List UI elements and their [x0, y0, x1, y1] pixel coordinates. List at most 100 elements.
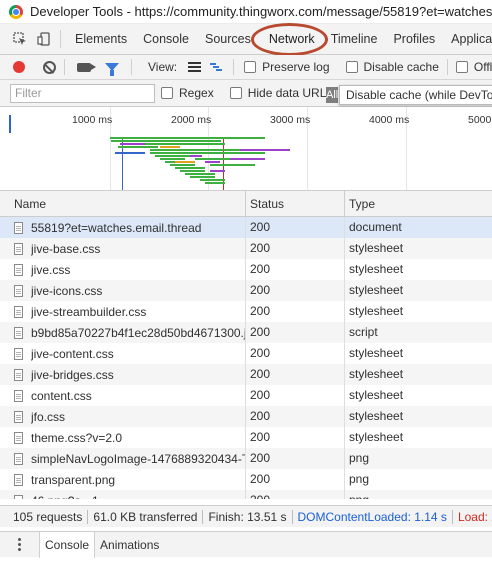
request-type: script [349, 325, 378, 339]
table-row[interactable]: jive-content.css 200 stylesheet [0, 343, 492, 364]
window-title: Developer Tools - https://community.thin… [30, 4, 492, 19]
disable-cache-tooltip: Disable cache (while DevTools is open) [339, 85, 492, 105]
disable-cache-toggle[interactable]: Disable cache [345, 60, 439, 74]
request-name-cell[interactable]: jive-streambuilder.css [0, 301, 246, 322]
request-name-cell[interactable]: jive-content.css [0, 343, 246, 364]
tab-application[interactable]: Application [443, 24, 492, 55]
tab-console[interactable]: Console [135, 24, 197, 55]
request-name-cell[interactable]: jfo.css [0, 406, 246, 427]
table-row[interactable]: jive-streambuilder.css 200 stylesheet [0, 301, 492, 322]
regex-toggle[interactable]: Regex [161, 86, 214, 100]
file-icon [14, 389, 23, 402]
table-row[interactable]: content.css 200 stylesheet [0, 385, 492, 406]
table-row[interactable]: 46.png?a=-1 200png [0, 490, 492, 499]
request-name-cell[interactable]: theme.css?v=2.0 [0, 427, 246, 448]
table-row[interactable]: theme.css?v=2.0 200 stylesheet [0, 427, 492, 448]
filter-type-all[interactable]: All [326, 87, 338, 103]
request-name-cell[interactable]: jive-icons.css [0, 280, 246, 301]
request-name-cell[interactable]: simpleNavLogoImage-1476889320434-Th... [0, 448, 246, 469]
request-type: stylesheet [349, 388, 404, 402]
record-icon[interactable] [13, 61, 25, 73]
device-mode-icon[interactable] [34, 29, 54, 49]
overview-tick-label: 4000 ms [369, 114, 410, 126]
toolbar-divider [131, 59, 132, 75]
request-status: 200 [246, 322, 345, 343]
column-header-name[interactable]: Name [0, 191, 246, 217]
request-name-cell[interactable]: content.css [0, 385, 246, 406]
request-name: jive.css [31, 262, 71, 277]
table-row[interactable]: jfo.css 200 stylesheet [0, 406, 492, 427]
table-row[interactable]: jive-bridges.css 200 stylesheet [0, 364, 492, 385]
request-type: document [349, 220, 402, 234]
dom-content-loaded-time: DOMContentLoaded: 1.14 s [297, 509, 447, 524]
drawer-tab-animations[interactable]: Animations [95, 532, 164, 558]
request-status: 200 [246, 490, 345, 499]
overview-request-bar [205, 161, 220, 163]
file-icon [14, 326, 23, 339]
tab-sources[interactable]: Sources [197, 24, 259, 55]
file-icon [14, 263, 23, 276]
request-name: simpleNavLogoImage-1476889320434-Th... [31, 451, 245, 466]
overview-request-bar [180, 170, 205, 172]
request-name-cell[interactable]: b9bd85a70227b4f1ec28d50bd4671300.js [0, 322, 246, 343]
inspect-element-icon[interactable] [10, 29, 30, 49]
window-titlebar: Developer Tools - https://community.thin… [0, 0, 492, 24]
request-name-cell[interactable]: jive.css [0, 259, 246, 280]
filter-funnel-icon[interactable] [105, 63, 119, 76]
overview-request-bar [118, 146, 158, 148]
column-header-status[interactable]: Status [246, 191, 345, 217]
request-type: stylesheet [349, 241, 404, 255]
tab-elements[interactable]: Elements [67, 24, 135, 55]
preserve-log-toggle[interactable]: Preserve log [244, 60, 330, 74]
hide-data-urls-checkbox[interactable] [229, 87, 242, 99]
overview-tick-label: 3000 ms [270, 114, 311, 126]
request-name-cell[interactable]: jive-base.css [0, 238, 246, 259]
table-row[interactable]: 55819?et=watches.email.thread 200 document [0, 217, 492, 238]
request-name-cell[interactable]: transparent.png [0, 469, 246, 490]
disable-cache-checkbox[interactable] [345, 61, 358, 73]
table-row[interactable]: jive.css 200 stylesheet [0, 259, 492, 280]
table-row[interactable]: b9bd85a70227b4f1ec28d50bd4671300.js 200 sc… [0, 322, 492, 343]
network-overview-timeline[interactable]: 1000 ms 2000 ms 3000 ms 4000 ms 5000 ms [0, 107, 492, 191]
drawer-menu-icon[interactable] [0, 531, 40, 558]
table-row[interactable]: jive-icons.css 200 stylesheet [0, 280, 492, 301]
preserve-log-checkbox[interactable] [244, 61, 257, 73]
request-type: png [349, 472, 370, 486]
column-header-type[interactable]: Type [345, 191, 492, 217]
transferred-size: 61.0 KB transferred [93, 509, 198, 524]
chrome-logo-icon [9, 4, 23, 19]
clear-icon[interactable] [43, 60, 56, 74]
request-name-cell[interactable]: jive-bridges.css [0, 364, 246, 385]
request-status: 200 [246, 217, 345, 238]
request-name: 46.png?a=-1 [31, 494, 99, 500]
overview-waterfall-icon[interactable] [210, 62, 223, 72]
table-row[interactable]: simpleNavLogoImage-1476889320434-Th... 20… [0, 448, 492, 469]
hide-data-urls-toggle[interactable]: Hide data URLs [229, 86, 332, 100]
summary-divider [202, 509, 204, 524]
drawer-tab-console[interactable]: Console [40, 531, 96, 558]
overview-request-bar [225, 152, 265, 154]
regex-checkbox[interactable] [161, 87, 173, 99]
request-name: theme.css?v=2.0 [31, 430, 123, 445]
request-name: transparent.png [31, 472, 116, 487]
tab-network[interactable]: Network [259, 24, 323, 55]
request-name-cell[interactable]: 55819?et=watches.email.thread [0, 217, 246, 238]
filter-input[interactable] [10, 83, 155, 103]
request-name: jive-bridges.css [31, 367, 114, 382]
tab-timeline[interactable]: Timeline [323, 24, 386, 55]
table-row[interactable]: jive-base.css 200 stylesheet [0, 238, 492, 259]
overview-request-bar [110, 137, 265, 139]
offline-toggle[interactable]: Offline [455, 60, 492, 74]
capture-screenshots-icon[interactable] [77, 62, 96, 72]
summary-divider [451, 509, 453, 524]
request-status: 200 [246, 238, 345, 259]
tab-profiles[interactable]: Profiles [385, 24, 443, 55]
offline-checkbox[interactable] [455, 61, 468, 73]
large-rows-icon[interactable] [188, 62, 202, 72]
overview-request-bar [200, 179, 225, 181]
request-type: stylesheet [349, 283, 404, 297]
table-row[interactable]: transparent.png 200 png [0, 469, 492, 490]
overview-request-bar [111, 140, 221, 142]
request-name-cell[interactable]: 46.png?a=-1 [0, 490, 246, 499]
overview-request-bar [145, 143, 225, 145]
